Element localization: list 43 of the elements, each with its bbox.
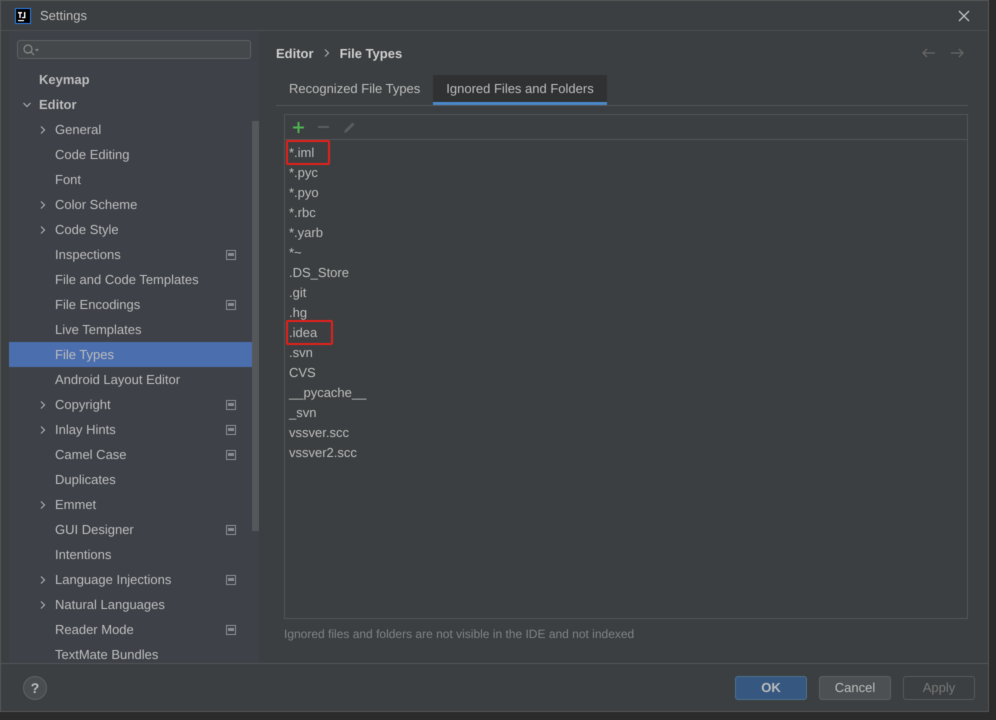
sidebar-item[interactable]: Android Layout Editor: [9, 367, 252, 392]
sidebar-item[interactable]: Live Templates: [9, 317, 252, 342]
hint-text: Ignored files and folders are not visible in the IDE and not indexed: [284, 627, 636, 641]
sidebar-item[interactable]: File and Code Templates: [9, 267, 252, 292]
sidebar-item[interactable]: Camel Case: [9, 442, 252, 467]
sidebar-item[interactable]: Copyright: [9, 392, 252, 417]
sidebar-item[interactable]: Inlay Hints: [9, 417, 252, 442]
close-icon[interactable]: [958, 10, 970, 22]
sidebar-item[interactable]: General: [9, 117, 252, 142]
dialog-button[interactable]: Cancel: [819, 676, 891, 700]
sidebar-item[interactable]: Reader Mode: [9, 617, 252, 642]
tab[interactable]: Recognized File Types: [276, 75, 434, 105]
sidebar-item[interactable]: File Encodings: [9, 292, 252, 317]
dialog-button[interactable]: OK: [735, 676, 807, 700]
app-logo-icon: [15, 8, 31, 24]
help-button[interactable]: ?: [23, 676, 47, 700]
sidebar-item[interactable]: GUI Designer: [9, 517, 252, 542]
sidebar-item[interactable]: Color Scheme: [9, 192, 252, 217]
scrollbar[interactable]: [252, 121, 259, 531]
search-field[interactable]: [17, 40, 251, 59]
search-icon: [23, 44, 41, 56]
sidebar-item[interactable]: Emmet: [9, 492, 252, 517]
forward-arrow-icon[interactable]: [950, 48, 964, 58]
back-arrow-icon[interactable]: [922, 48, 936, 58]
add-icon[interactable]: [293, 122, 304, 132]
chevron-right-icon: [324, 49, 330, 57]
sidebar-item[interactable]: Code Editing: [9, 142, 252, 167]
sidebar-item[interactable]: Editor: [9, 92, 252, 117]
sidebar-item[interactable]: Language Injections: [9, 567, 252, 592]
sidebar-item[interactable]: Intentions: [9, 542, 252, 567]
sidebar-item[interactable]: Keymap: [9, 67, 252, 92]
tab[interactable]: Ignored Files and Folders: [433, 75, 607, 105]
sidebar-item[interactable]: Font: [9, 167, 252, 192]
ignored-pattern[interactable]: .idea: [286, 320, 334, 344]
breadcrumb-item: File Types: [340, 46, 402, 60]
sidebar-item[interactable]: Natural Languages: [9, 592, 252, 617]
sidebar-item[interactable]: Duplicates: [9, 467, 252, 492]
sidebar-item[interactable]: TextMate Bundles: [9, 642, 252, 663]
sidebar-item[interactable]: Code Style: [9, 217, 252, 242]
ignored-pattern[interactable]: *.iml: [286, 140, 330, 164]
window-title: Settings: [40, 8, 87, 23]
sidebar-item[interactable]: Inspections: [9, 242, 252, 267]
breadcrumb-item: Editor: [276, 46, 314, 60]
